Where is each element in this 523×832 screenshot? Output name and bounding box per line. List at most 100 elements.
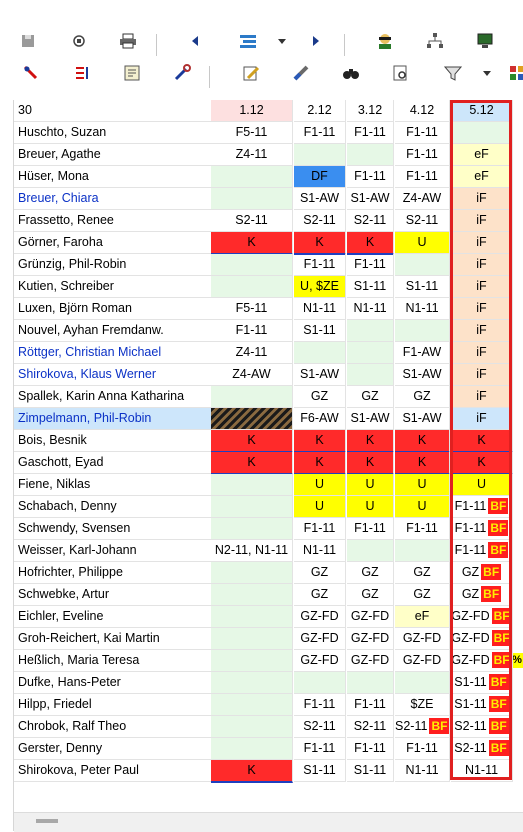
shift-cell[interactable]: iF bbox=[451, 298, 513, 320]
table-row[interactable]: Schabach, Denny U U U F1-11 BF bbox=[14, 496, 523, 518]
table-row[interactable]: Shirokova, Klaus Werner Z4-AW S1-AW S1-AW iF bbox=[14, 364, 523, 386]
shift-cell[interactable] bbox=[211, 606, 293, 628]
shift-cell[interactable]: F1-11 bbox=[294, 122, 346, 144]
shift-cell[interactable]: S1-11 BF bbox=[451, 672, 513, 694]
shift-cell[interactable]: F1-11 bbox=[347, 254, 394, 276]
next-icon[interactable] bbox=[305, 30, 327, 52]
table-row[interactable]: Huschto, Suzan F5-11 F1-11 F1-11 F1-11 bbox=[14, 122, 523, 144]
table-row[interactable]: Eichler, Eveline GZ-FD GZ-FD eF GZ-FD BF bbox=[14, 606, 523, 628]
shift-cell[interactable]: S2-11 bbox=[211, 210, 293, 232]
shift-cell[interactable] bbox=[347, 672, 394, 694]
binoculars-icon[interactable] bbox=[340, 62, 362, 84]
agent-icon[interactable] bbox=[374, 30, 396, 52]
shift-cell[interactable] bbox=[211, 254, 293, 276]
grid-icon[interactable] bbox=[506, 62, 523, 84]
shift-cell[interactable]: N2-11, N1-11 bbox=[211, 540, 293, 562]
shift-cell[interactable]: F5-11 bbox=[211, 122, 293, 144]
shift-cell[interactable]: F1-11 bbox=[347, 518, 394, 540]
table-row[interactable]: Zimpelmann, Phil-Robin F6-AW S1-AW S1-AW iF bbox=[14, 408, 523, 430]
shift-cell[interactable]: K bbox=[451, 430, 513, 453]
shift-cell[interactable]: F1-11 bbox=[395, 518, 450, 540]
employee-name[interactable]: Hilpp, Friedel bbox=[14, 694, 215, 716]
table-row[interactable]: Gerster, Denny F1-11 F1-11 F1-11 S2-11 BF bbox=[14, 738, 523, 760]
shift-cell[interactable] bbox=[395, 320, 450, 342]
shift-cell[interactable]: S2-11 BF bbox=[451, 716, 513, 738]
shift-cell[interactable]: U bbox=[395, 474, 450, 496]
employee-name[interactable]: Weisser, Karl-Johann bbox=[14, 540, 215, 562]
employee-name[interactable]: Kutien, Schreiber bbox=[14, 276, 215, 298]
shift-cell[interactable]: iF bbox=[451, 342, 513, 364]
shift-cell[interactable]: N1-11 bbox=[395, 760, 450, 782]
employee-name[interactable]: Breuer, Chiara bbox=[14, 188, 215, 210]
pin-icon[interactable] bbox=[20, 62, 42, 84]
shift-cell[interactable]: F1-11 bbox=[347, 166, 394, 188]
shift-cell[interactable]: K bbox=[211, 760, 293, 783]
shift-cell[interactable] bbox=[211, 474, 293, 496]
employee-name[interactable]: Röttger, Christian Michael bbox=[14, 342, 215, 364]
shift-cell[interactable]: GZ-FD BF bbox=[451, 628, 513, 650]
shift-cell[interactable]: F1-11 bbox=[294, 518, 346, 540]
shift-cell[interactable]: K bbox=[211, 452, 293, 475]
table-row[interactable]: Hilpp, Friedel F1-11 F1-11 $ZE S1-11 BF bbox=[14, 694, 523, 716]
table-row[interactable]: Röttger, Christian Michael Z4-11 F1-AW iF bbox=[14, 342, 523, 364]
employee-name[interactable]: Chrobok, Ralf Theo bbox=[14, 716, 215, 738]
shift-cell[interactable]: U, $ZE bbox=[294, 276, 346, 298]
shift-cell[interactable] bbox=[211, 716, 293, 738]
shift-cell[interactable]: S1-11 bbox=[395, 276, 450, 298]
table-row[interactable]: Dufke, Hans-Peter S1-11 BF bbox=[14, 672, 523, 694]
table-row[interactable]: Gaschott, Eyad K K K K K bbox=[14, 452, 523, 475]
shift-cell[interactable]: N1-11 bbox=[451, 760, 513, 782]
shift-cell[interactable]: F1-11 bbox=[347, 122, 394, 144]
save-icon[interactable] bbox=[17, 30, 39, 52]
shift-cell[interactable]: GZ-FD bbox=[395, 650, 450, 672]
employee-name[interactable]: Schabach, Denny bbox=[14, 496, 215, 518]
employee-name[interactable]: Frassetto, Renee bbox=[14, 210, 215, 232]
monitor-icon[interactable] bbox=[474, 30, 496, 52]
shift-cell[interactable] bbox=[395, 672, 450, 694]
preview-icon[interactable] bbox=[390, 62, 412, 84]
shift-cell[interactable]: iF bbox=[451, 276, 513, 298]
shift-cell[interactable] bbox=[347, 540, 394, 562]
dropdown-icon[interactable] bbox=[476, 62, 498, 84]
shift-cell[interactable]: K bbox=[347, 232, 394, 255]
employee-name[interactable]: Gaschott, Eyad bbox=[14, 452, 215, 474]
column-header[interactable]: 1.12 bbox=[211, 100, 293, 122]
shift-cell[interactable]: $ZE bbox=[395, 694, 450, 716]
shift-cell[interactable]: S2-11 bbox=[294, 210, 346, 232]
horizontal-scrollbar[interactable] bbox=[14, 812, 523, 832]
shift-cell[interactable]: S1-11 bbox=[347, 276, 394, 298]
shift-cell[interactable]: U bbox=[347, 496, 394, 518]
shift-cell[interactable]: F1-11 bbox=[395, 122, 450, 144]
report-icon[interactable] bbox=[121, 62, 143, 84]
prev-icon[interactable] bbox=[184, 30, 206, 52]
shift-cell[interactable]: U bbox=[347, 474, 394, 496]
shift-cell[interactable]: GZ bbox=[395, 584, 450, 606]
table-row[interactable]: Spallek, Karin Anna Katharina GZ GZ GZ iF bbox=[14, 386, 523, 408]
shift-cell[interactable]: eF bbox=[395, 606, 450, 628]
shift-cell[interactable]: S1-11 bbox=[347, 760, 394, 782]
shift-cell[interactable]: S1-11 bbox=[294, 760, 346, 782]
employee-name[interactable]: Görner, Faroha bbox=[14, 232, 215, 254]
employee-name[interactable]: Schwendy, Svensen bbox=[14, 518, 215, 540]
shift-cell[interactable]: F1-AW bbox=[395, 342, 450, 364]
table-row[interactable]: Shirokova, Peter Paul K S1-11 S1-11 N1-11 N1-… bbox=[14, 760, 523, 783]
shift-cell[interactable] bbox=[347, 364, 394, 386]
shift-cell[interactable] bbox=[294, 672, 346, 694]
shift-cell[interactable] bbox=[211, 694, 293, 716]
shift-cell[interactable]: F1-11 BF bbox=[451, 496, 513, 518]
table-row[interactable]: Grünzig, Phil-Robin F1-11 F1-11 iF bbox=[14, 254, 523, 276]
refresh-icon[interactable] bbox=[68, 30, 90, 52]
table-row[interactable]: Chrobok, Ralf Theo S2-11 S2-11 S2-11 BF S2-11… bbox=[14, 716, 523, 738]
shift-cell[interactable]: iF bbox=[451, 232, 513, 254]
shift-cell[interactable] bbox=[211, 738, 293, 760]
employee-name[interactable]: Fiene, Niklas bbox=[14, 474, 215, 496]
tree-icon[interactable] bbox=[424, 30, 446, 52]
shift-cell[interactable]: U bbox=[395, 496, 450, 518]
shift-cell[interactable]: S2-11 bbox=[395, 210, 450, 232]
shift-cell[interactable]: K bbox=[211, 232, 293, 255]
shift-cell[interactable] bbox=[451, 122, 513, 144]
shift-cell[interactable]: iF bbox=[451, 320, 513, 342]
column-header[interactable]: 2.12 bbox=[294, 100, 346, 122]
shift-cell[interactable]: F1-11 bbox=[395, 166, 450, 188]
shift-cell[interactable]: GZ-FD bbox=[347, 650, 394, 672]
